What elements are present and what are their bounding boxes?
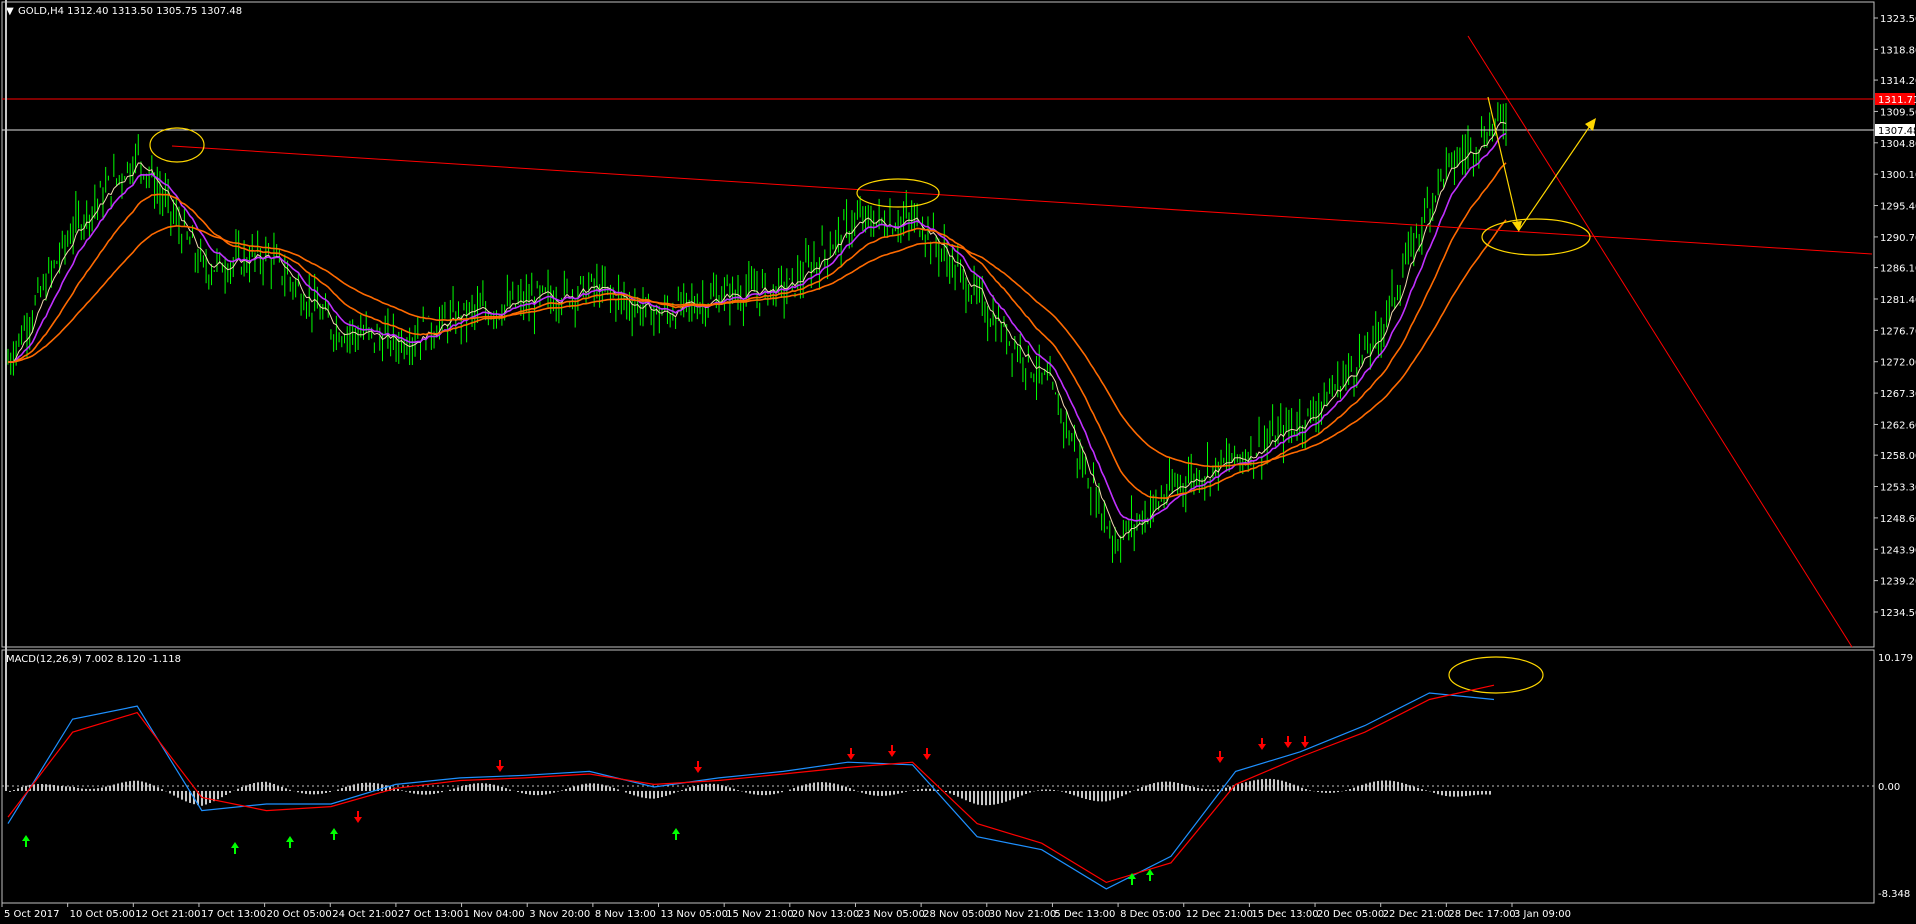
time-tick-label: 28 Nov 05:00 (923, 909, 990, 920)
time-tick-label: 3 Jan 09:00 (1514, 909, 1571, 920)
time-tick-label: 10 Oct 05:00 (70, 909, 135, 920)
projection-arrowhead-down (1512, 221, 1522, 232)
macd-main-line (7, 692, 1495, 890)
time-tick-label: 27 Oct 13:00 (398, 909, 463, 920)
time-tick-label: 5 Oct 2017 (4, 909, 59, 920)
moving-average-line (8, 162, 1507, 499)
time-tick-label: 20 Nov 13:00 (792, 909, 859, 920)
time-tick-label: 28 Dec 17:00 (1448, 909, 1515, 920)
time-tick-label: 15 Nov 21:00 (726, 909, 793, 920)
projection-arrowhead-up (1585, 118, 1596, 131)
time-tick-label: 23 Nov 05:00 (857, 909, 924, 920)
moving-average-line (7, 132, 1507, 522)
steep-trendline[interactable] (1467, 35, 1853, 648)
time-tick-label: 30 Nov 21:00 (989, 909, 1056, 920)
time-tick-label: 5 Dec 13:00 (1054, 909, 1115, 920)
price-tick-label: 1295.40 (1880, 202, 1916, 213)
projection-arrow-up[interactable] (1518, 119, 1595, 231)
price-tick-label: 1304.80 (1880, 139, 1916, 150)
sell-signal-arrow-icon (923, 748, 931, 760)
price-tick-label: 1272.00 (1880, 358, 1916, 369)
moving-average-line (8, 219, 1507, 468)
buy-signal-arrow-icon (672, 828, 680, 840)
time-tick-label: 1 Nov 04:00 (464, 909, 525, 920)
candle-series (7, 102, 1507, 563)
time-tick-label: 24 Oct 21:00 (332, 909, 397, 920)
price-tick-label: 1262.60 (1880, 420, 1916, 431)
buy-signal-arrow-icon (231, 842, 239, 854)
macd-panel-frame (1, 649, 1875, 904)
price-tick-label: 1318.80 (1880, 45, 1916, 56)
macd-axis-zero: 0.00 (1878, 782, 1900, 793)
time-tick-label: 12 Dec 21:00 (1186, 909, 1253, 920)
buy-signal-arrow-icon (330, 828, 338, 840)
time-axis[interactable]: 5 Oct 2017 10 Oct 05:00 12 Oct 21:00 17 Oct… (1, 903, 1571, 920)
time-tick-label: 8 Nov 13:00 (595, 909, 656, 920)
price-tick-label: 1253.30 (1880, 483, 1916, 494)
sell-signal-arrow-icon (354, 811, 362, 823)
highlight-ellipse-macd[interactable] (1448, 656, 1544, 694)
time-tick-label: 17 Oct 13:00 (201, 909, 266, 920)
macd-signal-line (7, 684, 1495, 884)
price-tick-label: 1243.90 (1880, 545, 1916, 556)
current-price-label: 1307.48 (1878, 126, 1916, 137)
moving-averages (7, 121, 1507, 539)
time-tick-label: 15 Dec 13:00 (1251, 909, 1318, 920)
sell-signal-arrow-icon (496, 760, 504, 772)
time-tick-label: 20 Dec 05:00 (1317, 909, 1384, 920)
price-tick-label: 1281.40 (1880, 295, 1916, 306)
sell-signal-arrow-icon (1216, 751, 1224, 763)
sell-signal-arrow-icon (888, 745, 896, 757)
moving-average-line (7, 121, 1507, 539)
price-tick-label: 1300.10 (1880, 170, 1916, 181)
chart-header-arrow[interactable]: ▼ (6, 6, 14, 17)
time-tick-label: 20 Oct 05:00 (267, 909, 332, 920)
price-tick-label: 1276.70 (1880, 326, 1916, 337)
macd-axis-top: 10.179 (1878, 653, 1913, 664)
time-tick-label: 13 Nov 05:00 (661, 909, 728, 920)
time-tick-label: 12 Oct 21:00 (135, 909, 200, 920)
time-tick-label: 22 Dec 21:00 (1383, 909, 1450, 920)
buy-signal-arrow-icon (286, 836, 294, 848)
time-tick-label: 3 Nov 20:00 (529, 909, 590, 920)
price-tick-label: 1267.30 (1880, 389, 1916, 400)
price-tick-label: 1314.20 (1880, 76, 1916, 87)
price-tick-label: 1248.60 (1880, 514, 1916, 525)
macd-histogram (5, 0, 1491, 806)
highlight-ellipse-nov[interactable] (856, 178, 940, 208)
sell-signal-arrow-icon (1284, 736, 1292, 748)
sell-signal-arrow-icon (847, 748, 855, 760)
buy-signal-arrow-icon (22, 835, 30, 847)
chart-canvas[interactable]: ▼ GOLD,H4 1312.40 1313.50 1305.75 1307.4… (0, 0, 1916, 924)
price-tick-label: 1323.50 (1880, 14, 1916, 25)
chart-header-title: GOLD,H4 1312.40 1313.50 1305.75 1307.48 (18, 6, 242, 17)
buy-signal-arrow-icon (1146, 869, 1154, 881)
price-tick-label: 1234.50 (1880, 608, 1916, 619)
price-tick-label: 1286.10 (1880, 264, 1916, 275)
price-tick-label: 1309.50 (1880, 107, 1916, 118)
sell-signal-arrow-icon (1258, 738, 1266, 750)
highlight-ellipse-oct[interactable] (149, 127, 205, 163)
price-tick-label: 1239.20 (1880, 577, 1916, 588)
price-tick-label: 1258.00 (1880, 451, 1916, 462)
time-tick-label: 8 Dec 05:00 (1120, 909, 1181, 920)
descending-trendline[interactable] (171, 145, 1873, 255)
macd-axis-bottom: -8.348 (1878, 889, 1910, 900)
sell-signal-arrow-icon (1301, 736, 1309, 748)
level-price-label: 1311.71 (1878, 95, 1916, 106)
price-tick-label: 1290.70 (1880, 233, 1916, 244)
sell-signal-arrow-icon (694, 761, 702, 773)
highlight-ellipse-target[interactable] (1481, 218, 1591, 256)
macd-label: MACD(12,26,9) 7.002 8.120 -1.118 (6, 654, 181, 665)
macd-signal-arrows (22, 736, 1309, 885)
